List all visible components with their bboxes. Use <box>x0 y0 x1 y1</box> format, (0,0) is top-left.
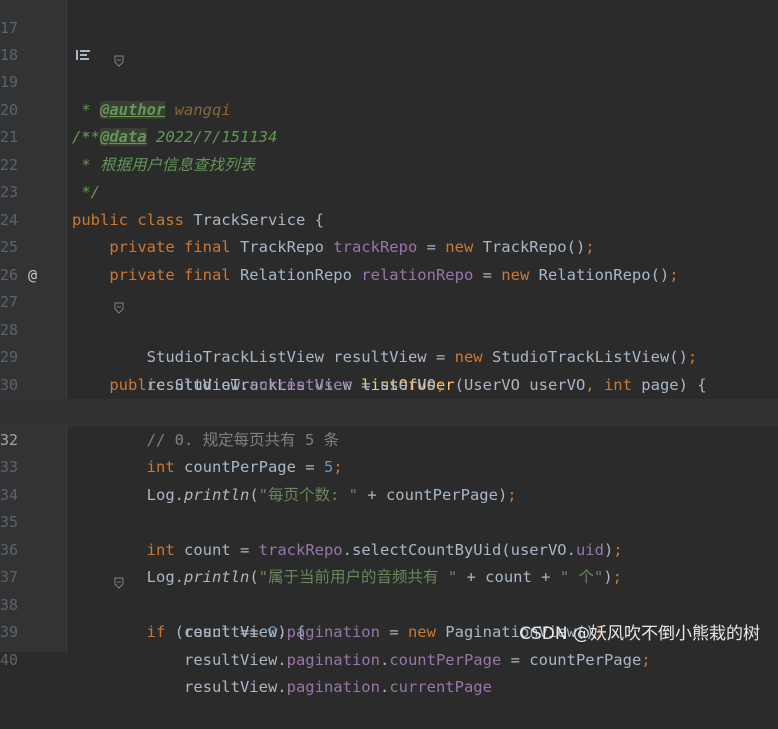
line-number: 40 <box>0 650 19 669</box>
code-text: resultView.pagination.countPerPage = cou… <box>72 650 651 669</box>
code-line-33[interactable]: 33 Log.println("每页个数: " + countPerPage); <box>0 427 778 504</box>
code-line-34[interactable]: 34 <box>0 454 778 504</box>
code-line-32-current[interactable]: 32 int countPerPage = 5; <box>0 399 778 476</box>
code-line-35[interactable]: 35 int count = trackRepo.selectCountByUi… <box>0 482 778 559</box>
fold-open-icon[interactable] <box>58 21 124 67</box>
fold-open-icon[interactable] <box>58 544 124 589</box>
code-editor[interactable]: 17 18 /** 19 * @author wangqi 20 * @data… <box>0 0 778 696</box>
code-text: resultView.pagination.currentPage <box>72 678 492 696</box>
code-line-31[interactable]: 31 // 0. 规定每页共有 5 条 <box>0 372 778 449</box>
code-line-30[interactable]: 30 <box>0 344 778 394</box>
code-line-17[interactable]: 17 <box>0 0 778 37</box>
code-line-37[interactable]: 37 if (count == 0) { <box>0 537 778 641</box>
code-line-39[interactable]: 39 resultView.pagination.countPerPage = … <box>0 592 778 669</box>
code-line-26[interactable]: 26 <box>0 234 778 284</box>
code-line-19[interactable]: 19 * @author wangqi <box>0 42 778 119</box>
code-line-22[interactable]: 22 */ <box>0 124 778 202</box>
code-line-27[interactable]: 27 @ public StudioTrackListView listOfUs… <box>0 262 778 394</box>
code-line-38[interactable]: 38 resultView.pagination = new Paginatio… <box>0 564 778 642</box>
override-marker-icon[interactable]: @ <box>28 262 37 290</box>
code-line-28[interactable]: 28 StudioTrackListView resultView = new … <box>0 289 778 367</box>
code-line-20[interactable]: 20 * @data 2022/7/151134 <box>0 69 778 146</box>
code-line-21[interactable]: 21 * 根据用户信息查找列表 <box>0 97 778 174</box>
code-line-36[interactable]: 36 Log.println("属于当前用户的音频共有 " + count + … <box>0 509 778 587</box>
fold-open-icon[interactable] <box>58 269 124 314</box>
code-line-18[interactable]: 18 /** <box>0 14 778 146</box>
code-line-29[interactable]: 29 resultView.currentUser = userVO; <box>0 317 778 394</box>
code-line-25[interactable]: 25 private final RelationRepo relationRe… <box>0 207 778 284</box>
csdn-watermark: CSDN @妖风吹不倒小熊栽的树 <box>519 624 760 644</box>
code-line-24[interactable]: 24 private final TrackRepo trackRepo = n… <box>0 179 778 257</box>
code-line-23[interactable]: 23 public class TrackService { <box>0 152 778 229</box>
